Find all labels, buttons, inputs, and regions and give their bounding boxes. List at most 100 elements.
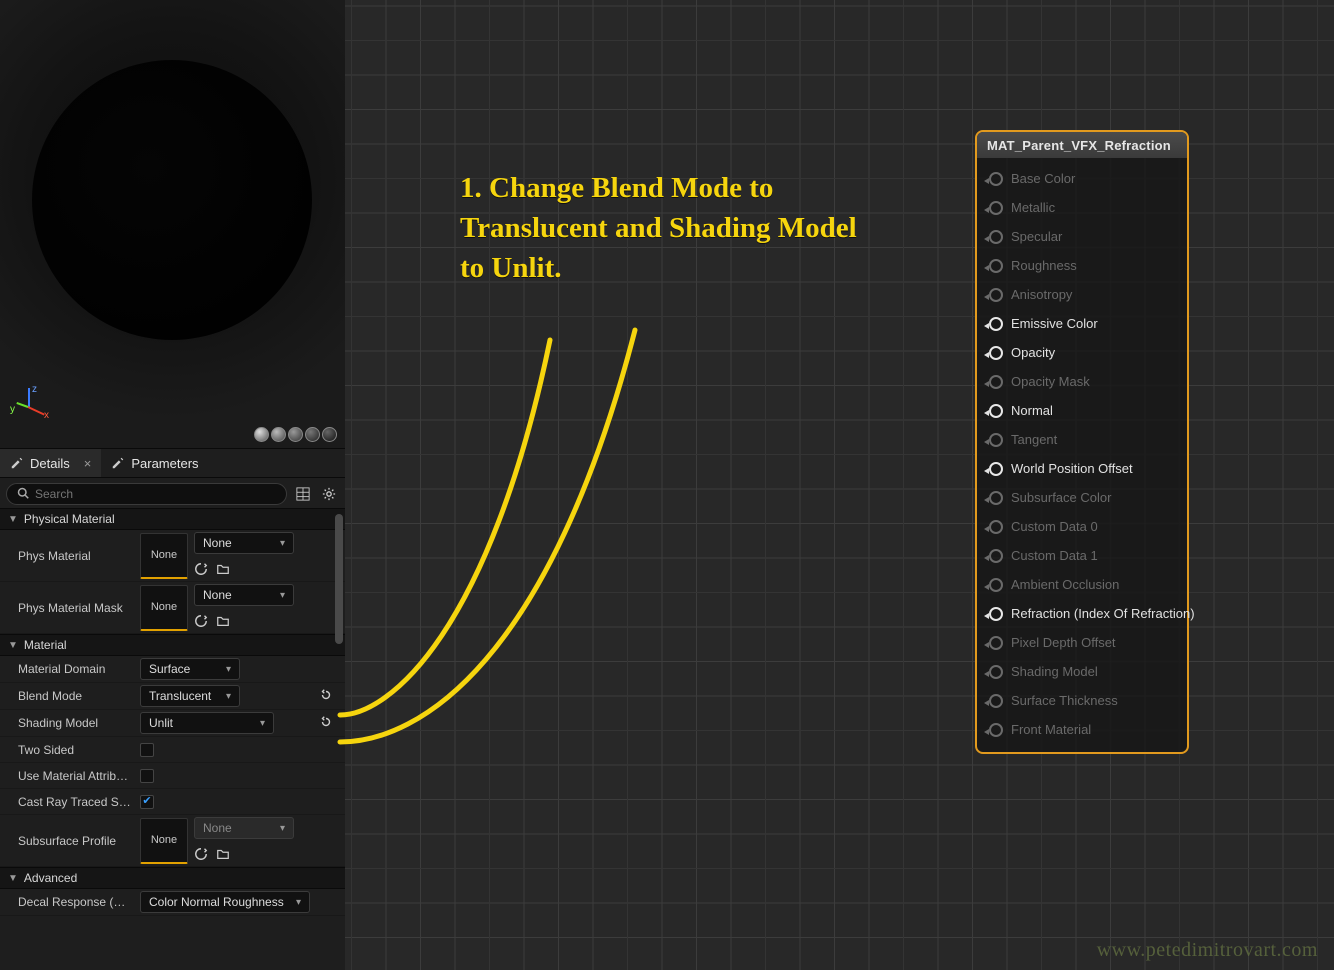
chevron-down-icon: ▾ [260, 718, 265, 729]
material-pin[interactable]: Emissive Color [983, 309, 1183, 338]
tab-details[interactable]: Details × [0, 449, 101, 477]
chevron-down-icon: ▼ [8, 640, 18, 651]
shading-model-dropdown[interactable]: Unlit ▾ [140, 712, 274, 734]
material-pin[interactable]: Front Material [983, 715, 1183, 744]
browse-to-asset-icon[interactable] [216, 562, 230, 579]
blend-mode-dropdown[interactable]: Translucent ▾ [140, 685, 240, 707]
pin-label: World Position Offset [1011, 461, 1133, 476]
pin-input-icon [989, 636, 1003, 650]
preview-shape-1[interactable] [254, 427, 269, 442]
pin-label: Custom Data 1 [1011, 548, 1098, 563]
preview-shape-row [254, 427, 337, 442]
pin-input-icon [989, 259, 1003, 273]
prop-label: Two Sided [18, 743, 140, 757]
phys-material-dropdown[interactable]: None ▾ [194, 532, 294, 554]
material-pin[interactable]: Tangent [983, 425, 1183, 454]
prop-label: Blend Mode [18, 689, 140, 703]
left-sidebar: z x y Details × Parameters [0, 0, 345, 970]
section-physical-material[interactable]: ▼ Physical Material [0, 508, 345, 530]
material-pin[interactable]: Specular [983, 222, 1183, 251]
browse-to-asset-icon[interactable] [216, 847, 230, 864]
asset-thumb-slot[interactable]: None [140, 533, 188, 579]
asset-thumb-slot[interactable]: None [140, 818, 188, 864]
section-advanced[interactable]: ▼ Advanced [0, 867, 345, 889]
pin-input-icon [989, 520, 1003, 534]
asset-thumb-slot[interactable]: None [140, 585, 188, 631]
material-pin[interactable]: Surface Thickness [983, 686, 1183, 715]
material-pin[interactable]: Opacity Mask [983, 367, 1183, 396]
material-node-title: MAT_Parent_VFX_Refraction [977, 132, 1187, 158]
use-material-attributes-checkbox[interactable] [140, 769, 154, 783]
material-pin[interactable]: Metallic [983, 193, 1183, 222]
material-domain-dropdown[interactable]: Surface ▾ [140, 658, 240, 680]
material-preview-viewport[interactable]: z x y [0, 0, 345, 448]
section-label: Advanced [24, 871, 77, 885]
use-selected-asset-icon[interactable] [194, 614, 208, 631]
row-cast-ray-traced-shadows: Cast Ray Traced Sha… [0, 789, 345, 815]
chevron-down-icon: ▼ [8, 873, 18, 884]
property-matrix-icon[interactable] [293, 484, 313, 504]
material-pin[interactable]: Refraction (Index Of Refraction) [983, 599, 1183, 628]
tab-parameters-label: Parameters [131, 456, 198, 471]
chevron-down-icon: ▼ [8, 514, 18, 525]
dropdown-value: Color Normal Roughness [149, 895, 284, 909]
pin-label: Custom Data 0 [1011, 519, 1098, 534]
pin-input-icon [989, 230, 1003, 244]
pin-label: Ambient Occlusion [1011, 577, 1119, 592]
material-pin[interactable]: Pixel Depth Offset [983, 628, 1183, 657]
pin-label: Specular [1011, 229, 1062, 244]
material-pin[interactable]: Subsurface Color [983, 483, 1183, 512]
material-pin[interactable]: Custom Data 1 [983, 541, 1183, 570]
material-pin[interactable]: Custom Data 0 [983, 512, 1183, 541]
row-use-material-attributes: Use Material Attribut… [0, 763, 345, 789]
section-material[interactable]: ▼ Material [0, 634, 345, 656]
cast-ray-traced-checkbox[interactable] [140, 795, 154, 809]
material-pin[interactable]: World Position Offset [983, 454, 1183, 483]
pin-input-icon [989, 172, 1003, 186]
pin-input-icon [989, 404, 1003, 418]
dropdown-value: None [203, 821, 232, 835]
material-pin[interactable]: Base Color [983, 164, 1183, 193]
material-pin[interactable]: Anisotropy [983, 280, 1183, 309]
tab-parameters[interactable]: Parameters [101, 449, 208, 477]
row-phys-material-mask: Phys Material Mask None None ▾ [0, 582, 345, 634]
subsurface-profile-dropdown[interactable]: None ▾ [194, 817, 294, 839]
search-box[interactable] [6, 483, 287, 505]
material-pin[interactable]: Shading Model [983, 657, 1183, 686]
prop-label: Material Domain [18, 662, 140, 676]
close-icon[interactable]: × [84, 456, 92, 471]
search-input[interactable] [35, 487, 276, 501]
gear-icon[interactable] [319, 484, 339, 504]
row-two-sided: Two Sided [0, 737, 345, 763]
phys-material-mask-dropdown[interactable]: None ▾ [194, 584, 294, 606]
preview-shape-5[interactable] [322, 427, 337, 442]
pin-label: Opacity Mask [1011, 374, 1090, 389]
material-pin[interactable]: Ambient Occlusion [983, 570, 1183, 599]
brush-icon [10, 456, 24, 470]
use-selected-asset-icon[interactable] [194, 847, 208, 864]
scrollbar[interactable] [333, 514, 343, 966]
prop-label: Decal Response (DB… [18, 895, 140, 909]
tab-details-label: Details [30, 456, 70, 471]
two-sided-checkbox[interactable] [140, 743, 154, 757]
preview-shape-3[interactable] [288, 427, 303, 442]
pin-input-icon [989, 607, 1003, 621]
preview-shape-2[interactable] [271, 427, 286, 442]
browse-to-asset-icon[interactable] [216, 614, 230, 631]
pin-label: Front Material [1011, 722, 1091, 737]
material-pin[interactable]: Roughness [983, 251, 1183, 280]
preview-shape-4[interactable] [305, 427, 320, 442]
pin-label: Metallic [1011, 200, 1055, 215]
pin-label: Base Color [1011, 171, 1075, 186]
chevron-down-icon: ▾ [280, 538, 285, 549]
pin-input-icon [989, 433, 1003, 447]
pin-input-icon [989, 201, 1003, 215]
pin-label: Tangent [1011, 432, 1057, 447]
prop-label: Use Material Attribut… [18, 769, 140, 783]
decal-response-dropdown[interactable]: Color Normal Roughness ▾ [140, 891, 310, 913]
material-pin[interactable]: Normal [983, 396, 1183, 425]
use-selected-asset-icon[interactable] [194, 562, 208, 579]
material-pin[interactable]: Opacity [983, 338, 1183, 367]
search-icon [17, 487, 29, 502]
material-output-node[interactable]: MAT_Parent_VFX_Refraction Base Color Meta… [975, 130, 1189, 754]
